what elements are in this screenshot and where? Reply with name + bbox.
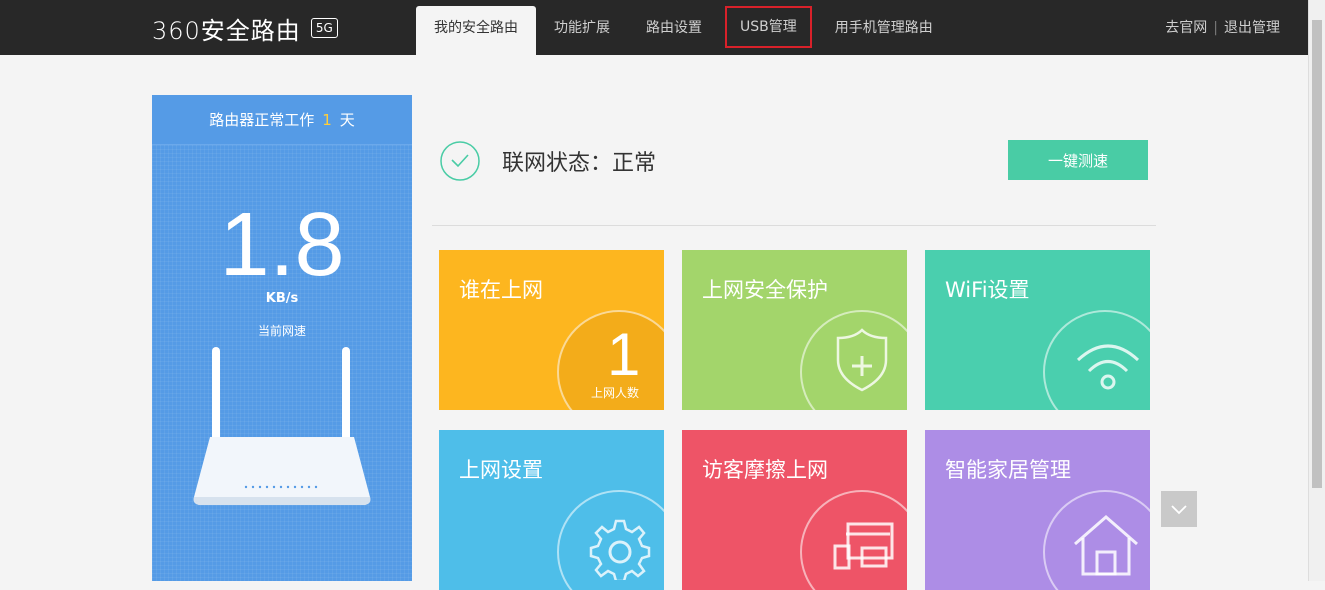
chevron-down-icon xyxy=(1171,505,1187,515)
logo[interactable]: 360安全路由 5G xyxy=(152,14,338,45)
speed-label: 当前网速 xyxy=(257,324,306,338)
page-scrollbar[interactable] xyxy=(1308,0,1325,581)
tile-internet-settings[interactable]: 上网设置 xyxy=(439,430,664,590)
link-separator: | xyxy=(1213,20,1218,36)
tab-mobile-management[interactable]: 用手机管理路由 xyxy=(817,6,951,55)
tile-title: 智能家居管理 xyxy=(945,458,1071,482)
top-bar: 360安全路由 5G 我的安全路由 功能扩展 路由设置 USB管理 用手机管理路… xyxy=(0,0,1308,55)
header-links: 去官网 | 退出管理 xyxy=(1165,0,1280,55)
network-status-text: 联网状态：正常 xyxy=(502,151,657,176)
tab-usb-management[interactable]: USB管理 xyxy=(725,6,812,48)
check-circle-icon xyxy=(440,141,480,181)
speed-unit: KB/s xyxy=(265,291,299,306)
gear-icon xyxy=(589,519,651,580)
online-count: 1 xyxy=(607,321,641,388)
uptime-suffix: 天 xyxy=(339,111,355,129)
uptime-label: 路由器正常工作 1 天 xyxy=(152,95,412,145)
tile-smart-home[interactable]: 智能家居管理 xyxy=(925,430,1150,590)
router-illustration xyxy=(193,347,371,505)
tile-guest-network[interactable]: 访客摩擦上网 xyxy=(682,430,907,590)
guest-device-icon xyxy=(833,522,894,570)
scroll-down-button[interactable] xyxy=(1161,491,1197,527)
wifi-icon xyxy=(1076,344,1140,390)
tile-wifi-settings[interactable]: WiFi设置 xyxy=(925,250,1150,410)
shield-plus-icon xyxy=(836,328,888,392)
tile-title: 上网设置 xyxy=(459,458,543,482)
tile-security-protection[interactable]: 上网安全保护 xyxy=(682,250,907,410)
router-status-panel: 路由器正常工作 1 天 1.8 KB/s 当前网速 xyxy=(152,95,412,581)
main-nav: 我的安全路由 功能扩展 路由设置 USB管理 用手机管理路由 xyxy=(416,6,951,55)
tab-extensions[interactable]: 功能扩展 xyxy=(536,6,628,55)
speed-test-button[interactable]: 一键测速 xyxy=(1008,140,1148,180)
scrollbar-thumb[interactable] xyxy=(1312,20,1322,488)
section-divider xyxy=(432,225,1156,226)
official-site-link[interactable]: 去官网 xyxy=(1165,20,1207,36)
current-speed-value: 1.8 xyxy=(219,195,345,295)
tile-title: WiFi设置 xyxy=(945,278,1030,302)
logout-link[interactable]: 退出管理 xyxy=(1224,20,1280,36)
home-icon xyxy=(1074,515,1138,576)
logo-text: 360安全路由 xyxy=(152,16,301,45)
tile-title: 访客摩擦上网 xyxy=(702,458,828,482)
tile-title: 上网安全保护 xyxy=(702,278,828,302)
tile-title: 谁在上网 xyxy=(459,278,543,302)
uptime-days: 1 xyxy=(322,111,332,129)
tab-router-settings[interactable]: 路由设置 xyxy=(628,6,720,55)
tab-my-router[interactable]: 我的安全路由 xyxy=(416,6,536,55)
tile-online-devices[interactable]: 谁在上网 1 上网人数 xyxy=(439,250,664,410)
uptime-prefix: 路由器正常工作 xyxy=(209,111,315,129)
network-status: 联网状态：正常 xyxy=(440,140,656,182)
logo-5g-badge: 5G xyxy=(310,18,338,38)
online-count-label: 上网人数 xyxy=(591,386,640,400)
